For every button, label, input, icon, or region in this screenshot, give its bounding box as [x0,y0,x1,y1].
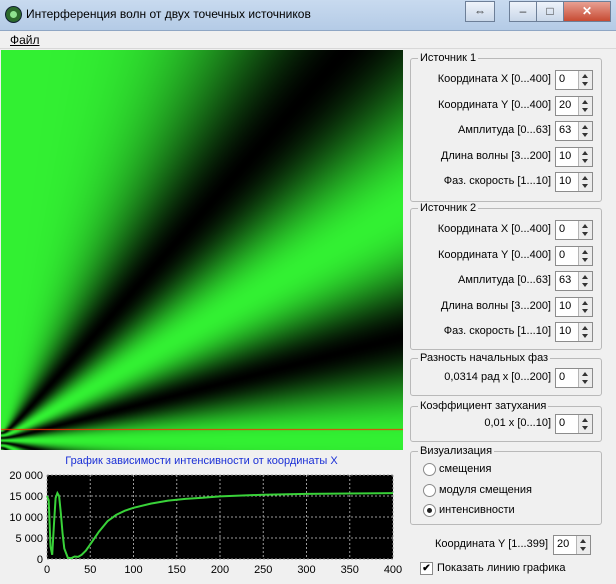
spinner-arrows-icon[interactable] [578,323,592,341]
spinner-arrows-icon[interactable] [578,221,592,239]
maximize-button[interactable]: □ [536,1,564,22]
x-tick-label: 200 [211,564,229,576]
ycoord-label: Координата Y [1...399] [434,538,548,550]
visualization-group: Визуализация смещения модуля смещения ин… [410,445,602,525]
source2-spinner-1[interactable]: 0 [555,245,593,266]
spinner-arrows-icon[interactable] [578,96,592,115]
damping-title: Коэффициент затухания [418,400,549,412]
damping-label: 0,01 x [0...10] [484,417,551,429]
source1-spinner-1[interactable]: 20 [555,95,593,116]
source2-label-4: Фаз. скорость [1...10] [443,325,551,337]
radio-intensity[interactable] [423,504,436,517]
spinner-arrows-icon[interactable] [578,272,592,290]
minimize-button[interactable]: – [509,1,537,22]
source2-label-3: Длина волны [3...200] [440,299,551,312]
source1-value-4: 10 [559,175,572,187]
source1-group: Источник 1 Координата X [0...400] 0 Коорди… [410,52,602,202]
show-line-checkbox[interactable]: ✔ [420,562,433,575]
spinner-arrows-icon[interactable] [578,297,592,316]
source1-spinner-0[interactable]: 0 [555,70,593,90]
x-tick-label: 150 [168,564,186,576]
intensity-plot: 0 50 100 150 200 250 300 350 400 0 5 000 10 000 15 0… [9,470,402,576]
radio-intensity-label: интенсивности [439,504,515,516]
source2-label-1: Координата Y [0...400] [437,248,551,261]
radio-displacement-modulus-label: модуля смещения [439,484,532,496]
x-tick-label: 250 [254,564,272,576]
ycoord-spinner[interactable]: 20 [553,535,591,555]
source2-value-0: 0 [559,223,566,235]
source1-spinner-2[interactable]: 63 [555,121,593,141]
source2-value-1: 0 [559,248,566,261]
spinner-arrows-icon[interactable] [578,415,592,433]
menu-bar: Файл [0,31,616,49]
spinner-arrows-icon[interactable] [578,71,592,89]
source1-value-2: 63 [559,124,572,136]
source2-value-2: 63 [559,274,572,286]
phase-group: Разность начальных фаз 0,0314 рад x [0..… [410,352,602,396]
y-tick-label: 15 000 [9,491,43,503]
source2-title: Источник 2 [418,202,479,214]
y-tick-label: 20 000 [9,470,43,482]
source2-spinner-3[interactable]: 10 [555,296,593,317]
radio-displacement-modulus[interactable] [423,484,436,497]
source1-value-0: 0 [559,73,566,85]
phase-spinner[interactable]: 0 [555,368,593,388]
source2-spinner-2[interactable]: 63 [555,271,593,291]
restore-icon[interactable]: ⇔ [465,1,495,22]
show-line-label: Показать линию графика [437,562,566,574]
menu-file[interactable]: Файл [10,33,40,47]
close-button[interactable]: ✕ [563,1,611,22]
source1-label-1: Координата Y [0...400] [437,98,551,111]
phase-value: 0 [559,371,566,383]
spinner-arrows-icon[interactable] [578,369,592,387]
source1-spinner-4[interactable]: 10 [555,172,593,192]
source2-group: Источник 2 Координата X [0...400] 0 Коорди… [410,202,602,350]
source1-label-3: Длина волны [3...200] [440,149,551,162]
plot-title: График зависимости интенсивности от коор… [65,455,338,467]
source1-value-3: 10 [559,149,572,162]
radio-displacement-label: смещения [439,463,492,475]
title-bar: Интерференция волн от двух точечных исто… [0,0,616,31]
x-tick-label: 300 [297,564,315,576]
x-tick-label: 400 [384,564,402,576]
source1-label-0: Координата X [0...400] [437,73,551,85]
source2-label-2: Амплитуда [0...63] [458,274,551,286]
x-tick-label: 50 [84,564,96,576]
source2-value-3: 10 [559,299,572,312]
ycoord-value: 20 [557,538,570,550]
source2-spinner-4[interactable]: 10 [555,322,593,342]
source2-spinner-0[interactable]: 0 [555,220,593,240]
spinner-arrows-icon[interactable] [578,246,592,265]
window-title: Интерференция волн от двух точечных исто… [26,7,311,21]
damping-value: 0 [559,417,566,429]
y-tick-label: 0 [37,554,43,566]
source1-spinner-3[interactable]: 10 [555,146,593,167]
spinner-arrows-icon[interactable] [578,122,592,140]
source2-value-4: 10 [559,325,572,337]
damping-group: Коэффициент затухания 0,01 x [0...10] 0 [410,400,602,442]
visualization-title: Визуализация [418,445,495,457]
spinner-arrows-icon[interactable] [578,147,592,166]
x-tick-label: 100 [124,564,142,576]
source1-label-4: Фаз. скорость [1...10] [443,175,551,187]
spinner-arrows-icon[interactable] [578,173,592,191]
app-icon [5,6,22,23]
damping-spinner[interactable]: 0 [555,414,593,434]
phase-title: Разность начальных фаз [418,352,551,364]
radio-displacement[interactable] [423,463,436,476]
phase-label: 0,0314 рад x [0...200] [444,371,551,383]
x-tick-label: 0 [44,564,50,576]
source1-label-2: Амплитуда [0...63] [458,124,551,136]
y-tick-label: 10 000 [9,512,43,524]
y-tick-label: 5 000 [15,533,43,545]
source1-value-1: 20 [559,98,572,111]
source2-label-0: Координата X [0...400] [437,223,551,235]
spinner-arrows-icon[interactable] [576,536,590,554]
interference-field[interactable] [1,50,403,450]
source1-title: Источник 1 [418,52,479,64]
x-tick-label: 350 [341,564,359,576]
